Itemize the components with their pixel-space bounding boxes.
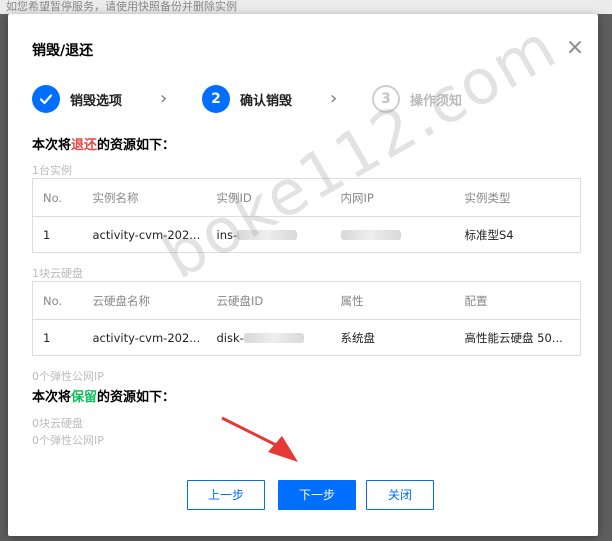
step-label: 销毁选项	[70, 93, 123, 109]
keep-disk-count: 0块云硬盘	[32, 417, 83, 430]
close-button[interactable]: 关闭	[366, 480, 434, 510]
disk-table: No. 云硬盘名称 云硬盘ID 属性 配置 1 activity-cvm-202…	[32, 281, 581, 356]
instance-count: 1台实例	[32, 164, 72, 177]
column-header: 实例类型	[454, 178, 581, 217]
step-notice[interactable]: 3 操作须知	[372, 84, 462, 114]
step-destroy-options[interactable]: 销毁选项	[32, 84, 122, 114]
cell-instance-type: 标准型S4	[464, 227, 514, 242]
column-header: 属性	[330, 281, 455, 320]
redacted-value	[340, 230, 401, 240]
heading-keyword: 退还	[71, 138, 98, 153]
cell-private-ip	[331, 217, 455, 253]
keep-resources-heading: 本次将保留的资源如下：	[32, 386, 175, 405]
cell-disk-id: disk-	[207, 320, 331, 356]
column-header: 实例ID	[206, 178, 331, 217]
background-page-text: 如您希望暂停服务，请使用快照备份并删除实例	[0, 0, 612, 14]
column-header: 云硬盘ID	[206, 281, 331, 320]
step-label: 确认销毁	[240, 93, 293, 109]
step-confirm-destroy[interactable]: 2 确认销毁	[202, 84, 292, 114]
id-prefix: disk-	[216, 330, 244, 345]
prev-step-button[interactable]: 上一步	[187, 480, 265, 510]
heading-suffix: 的资源如下：	[97, 138, 176, 153]
step-number: 2	[202, 85, 230, 113]
column-header: No.	[32, 178, 83, 217]
heading-prefix: 本次将	[32, 138, 72, 153]
table-header-row: No. 云硬盘名称 云硬盘ID 属性 配置	[32, 281, 581, 320]
heading-keyword: 保留	[71, 390, 98, 405]
close-icon[interactable]: ×	[563, 36, 587, 60]
step-indicator: 销毁选项 › 2 确认销毁 › 3 操作须知	[32, 84, 552, 114]
column-header: 内网IP	[330, 178, 455, 217]
column-header: 配置	[454, 281, 581, 320]
table-header-row: No. 实例名称 实例ID 内网IP 实例类型	[32, 178, 581, 217]
dialog-title: 销毁/退还	[32, 43, 94, 59]
eip-return-count: 0个弹性公网IP	[32, 370, 104, 383]
cell-disk-attr: 系统盘	[340, 330, 376, 345]
return-resources-heading: 本次将退还的资源如下：	[32, 134, 175, 153]
destroy-return-dialog: 销毁/退还 × 销毁选项 › 2 确认销毁 › 3 操作须知 本次将退还的资源如…	[8, 14, 598, 536]
redacted-value	[237, 230, 298, 240]
cell-instance-id: ins-	[207, 217, 331, 253]
checkmark-icon	[32, 85, 60, 113]
instance-table: No. 实例名称 实例ID 内网IP 实例类型 1 activity-cvm-2…	[32, 178, 581, 253]
table-row: 1 activity-cvm-202... ins- 标准型S4	[33, 217, 581, 253]
next-step-button[interactable]: 下一步	[278, 480, 356, 510]
cell-instance-name: activity-cvm-202...	[92, 227, 201, 242]
heading-prefix: 本次将	[32, 390, 72, 405]
chevron-right-icon: ›	[330, 88, 338, 109]
cell-disk-config: 高性能云硬盘 50...	[464, 330, 563, 345]
cell-no: 1	[43, 227, 51, 242]
column-header: 实例名称	[82, 178, 207, 217]
redacted-value	[243, 333, 304, 343]
id-prefix: ins-	[216, 227, 238, 242]
table-row: 1 activity-cvm-202... disk- 系统盘 高性能云硬盘 5…	[33, 320, 581, 356]
column-header: No.	[32, 281, 83, 320]
cell-no: 1	[43, 330, 51, 345]
heading-suffix: 的资源如下：	[97, 390, 176, 405]
keep-eip-count: 0个弹性公网IP	[32, 434, 104, 447]
step-number: 3	[372, 85, 400, 113]
chevron-right-icon: ›	[160, 88, 168, 109]
cell-disk-name: activity-cvm-202...	[92, 330, 201, 345]
disk-count: 1块云硬盘	[32, 267, 83, 280]
column-header: 云硬盘名称	[82, 281, 207, 320]
step-label: 操作须知	[410, 93, 463, 109]
